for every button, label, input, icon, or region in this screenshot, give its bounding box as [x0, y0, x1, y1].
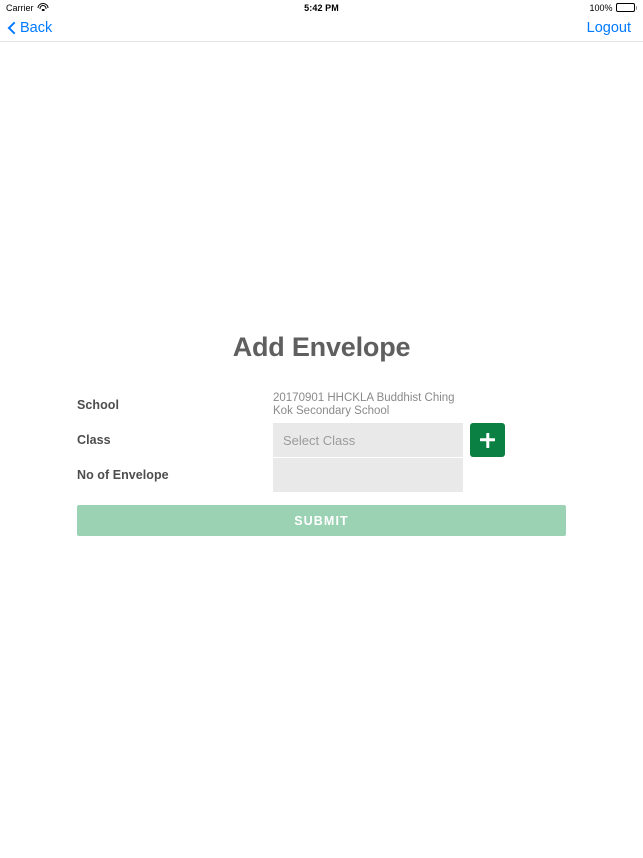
main-content: Add Envelope School 20170901 HHCKLA Budd…: [0, 43, 643, 858]
chevron-left-icon: [10, 22, 18, 35]
status-bar-time: 5:42 PM: [304, 2, 339, 13]
battery-percent-label: 100%: [589, 2, 613, 13]
page-title: Add Envelope: [232, 332, 411, 362]
school-label: School: [77, 398, 119, 412]
form-row-class: Class: [77, 423, 566, 457]
status-bar-right: 100%: [589, 0, 637, 15]
envelope-count-label: No of Envelope: [77, 468, 169, 482]
plus-icon: [480, 433, 495, 448]
app-root: Carrier 5:42 PM 100% Back Logout Add Env…: [0, 0, 643, 858]
form-row-school: School 20170901 HHCKLA Buddhist Ching Ko…: [77, 388, 566, 422]
battery-full-icon: [615, 3, 637, 12]
class-input[interactable]: [273, 423, 463, 457]
envelope-count-input[interactable]: [273, 458, 463, 492]
back-button[interactable]: Back: [8, 18, 56, 38]
logout-button[interactable]: Logout: [587, 18, 631, 38]
form-row-envelope-count: No of Envelope: [77, 458, 566, 492]
submit-button[interactable]: SUBMIT: [77, 505, 566, 536]
status-bar: Carrier 5:42 PM 100%: [0, 0, 643, 15]
add-class-button[interactable]: [470, 423, 505, 457]
school-value: 20170901 HHCKLA Buddhist Ching Kok Secon…: [273, 391, 455, 418]
class-label: Class: [77, 433, 111, 447]
nav-bar: Back Logout: [0, 15, 643, 42]
back-button-label: Back: [20, 20, 53, 36]
add-envelope-form: School 20170901 HHCKLA Buddhist Ching Ko…: [77, 388, 566, 492]
